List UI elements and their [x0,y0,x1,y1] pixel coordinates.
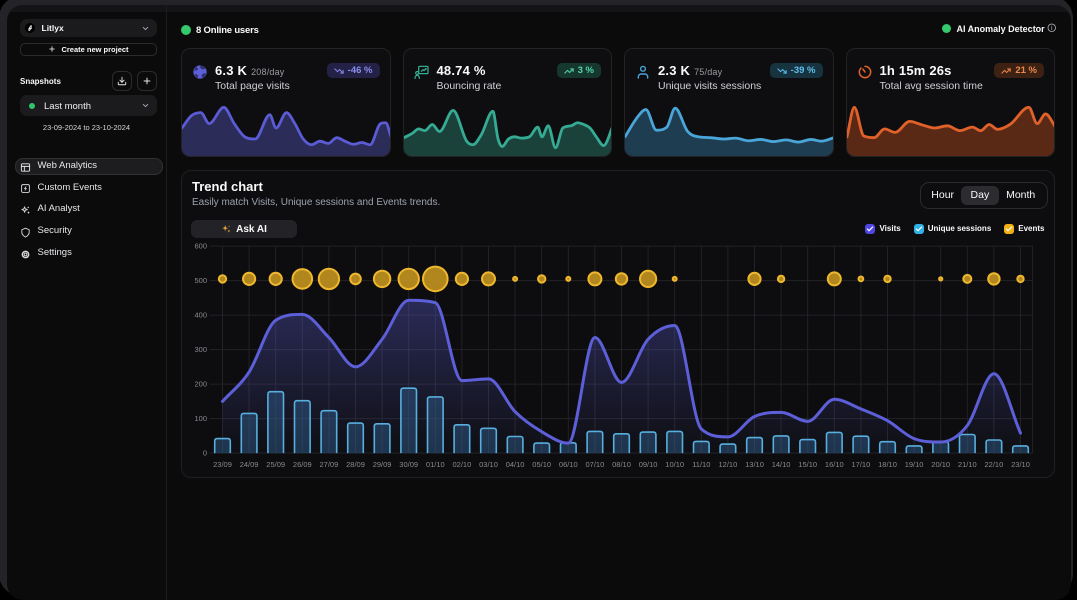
svg-text:02/10: 02/10 [453,460,472,469]
svg-text:11/10: 11/10 [692,460,710,469]
svg-text:06/10: 06/10 [559,460,578,469]
svg-text:300: 300 [194,345,207,354]
svg-text:01/10: 01/10 [426,460,445,469]
svg-text:15/10: 15/10 [798,460,817,469]
svg-text:22/10: 22/10 [985,460,1004,469]
svg-text:13/10: 13/10 [745,460,764,469]
svg-text:21/10: 21/10 [958,460,977,469]
svg-text:19/10: 19/10 [905,460,924,469]
svg-text:12/10: 12/10 [719,460,738,469]
svg-text:18/10: 18/10 [878,460,897,469]
svg-text:17/10: 17/10 [852,460,871,469]
svg-text:27/09: 27/09 [320,460,339,469]
svg-text:03/10: 03/10 [479,460,498,469]
svg-text:28/09: 28/09 [346,460,365,469]
svg-text:23/09: 23/09 [213,460,232,469]
svg-text:16/10: 16/10 [825,460,844,469]
svg-text:07/10: 07/10 [586,460,605,469]
svg-text:08/10: 08/10 [612,460,631,469]
svg-text:600: 600 [194,241,207,250]
svg-text:24/09: 24/09 [240,460,259,469]
svg-text:10/10: 10/10 [665,460,684,469]
svg-text:29/09: 29/09 [373,460,392,469]
svg-text:200: 200 [194,379,207,388]
svg-text:30/09: 30/09 [399,460,418,469]
svg-text:20/10: 20/10 [931,460,950,469]
svg-text:14/10: 14/10 [772,460,791,469]
svg-text:0: 0 [203,448,207,457]
svg-text:25/09: 25/09 [266,460,285,469]
svg-text:05/10: 05/10 [532,460,551,469]
svg-text:04/10: 04/10 [506,460,525,469]
svg-text:100: 100 [194,414,207,423]
svg-text:26/09: 26/09 [293,460,312,469]
svg-text:400: 400 [194,310,207,319]
svg-text:500: 500 [194,276,207,285]
svg-text:23/10: 23/10 [1011,460,1030,469]
svg-text:09/10: 09/10 [639,460,658,469]
